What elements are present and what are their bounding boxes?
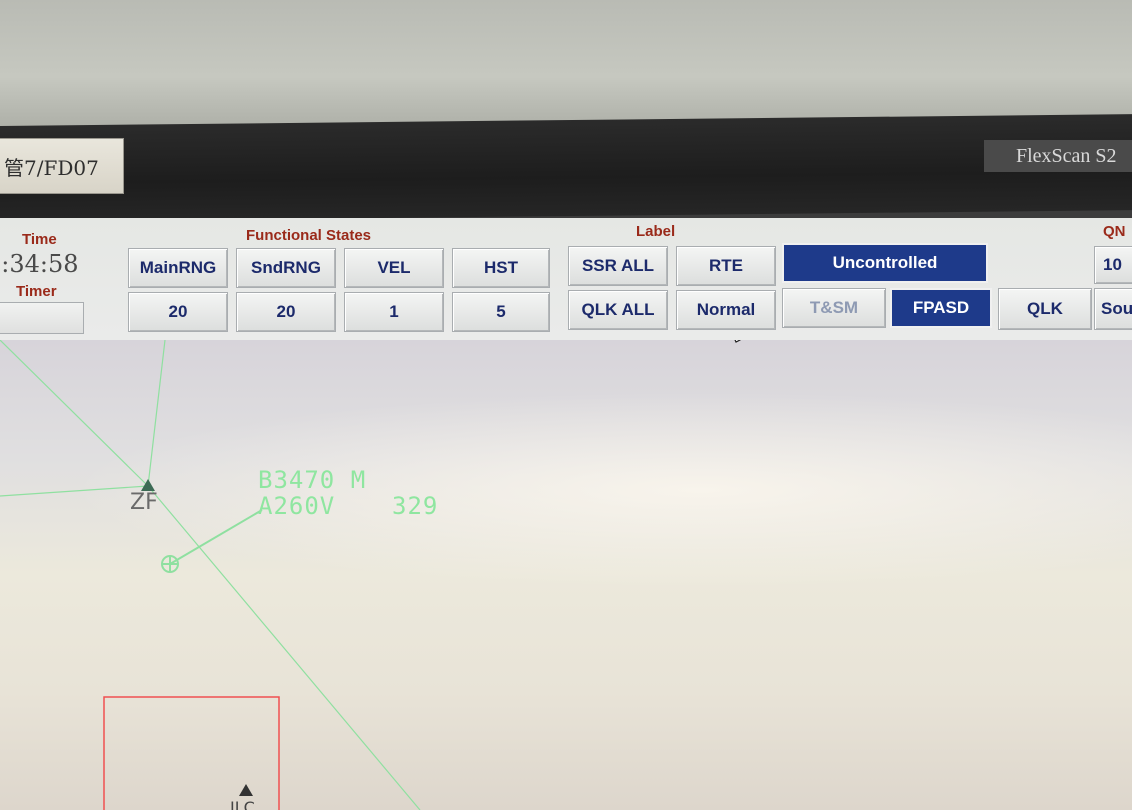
monitor-bezel bbox=[0, 114, 1132, 222]
restricted-area-box bbox=[103, 696, 280, 810]
time-label: Time bbox=[22, 231, 57, 248]
hst-value[interactable]: 5 bbox=[452, 292, 550, 332]
ssr-all-button[interactable]: SSR ALL bbox=[568, 246, 668, 286]
vel-button[interactable]: VEL bbox=[344, 248, 444, 288]
route-line-n bbox=[147, 340, 166, 487]
control-toolbar: Time 9:34:58 Timer Functional States Mai… bbox=[0, 218, 1132, 341]
route-line-nw bbox=[0, 340, 149, 487]
mainrng-value[interactable]: 20 bbox=[128, 292, 228, 332]
mainrng-button[interactable]: MainRNG bbox=[128, 248, 228, 288]
clock-value: 9:34:58 bbox=[0, 250, 79, 278]
source-button[interactable]: Sou bbox=[1094, 288, 1132, 330]
atc-screen: Time 9:34:58 Timer Functional States Mai… bbox=[0, 218, 1132, 810]
bottom-fix-label: ILC bbox=[230, 798, 255, 810]
label-group-title: Label bbox=[636, 223, 676, 240]
label-leader-line bbox=[169, 509, 263, 565]
fix-label: ZF bbox=[130, 490, 158, 515]
normal-button[interactable]: Normal bbox=[676, 290, 776, 330]
qnh-value[interactable]: 10 bbox=[1094, 246, 1132, 284]
hst-button[interactable]: HST bbox=[452, 248, 550, 288]
track-speed[interactable]: 329 bbox=[392, 492, 438, 520]
fpasd-button[interactable]: FPASD bbox=[890, 288, 992, 328]
sndrng-value[interactable]: 20 bbox=[236, 292, 336, 332]
radar-overlay bbox=[0, 340, 741, 810]
rte-button[interactable]: RTE bbox=[676, 246, 776, 286]
bottom-fix-triangle-icon bbox=[239, 784, 253, 796]
timer-label: Timer bbox=[16, 283, 57, 300]
radar-display[interactable]: ZF B3470 M A260V 329 ILC bbox=[0, 340, 1132, 810]
uncontrolled-button[interactable]: Uncontrolled bbox=[782, 243, 988, 283]
timer-field[interactable] bbox=[0, 302, 84, 334]
route-line-w bbox=[0, 485, 149, 497]
qlk-all-button[interactable]: QLK ALL bbox=[568, 290, 668, 330]
qnh-label: QN bbox=[1103, 223, 1126, 240]
route-line-se bbox=[147, 485, 421, 810]
sndrng-button[interactable]: SndRNG bbox=[236, 248, 336, 288]
vel-value[interactable]: 1 bbox=[344, 292, 444, 332]
monitor-brand: FlexScan S2 bbox=[984, 140, 1132, 172]
track-altitude[interactable]: A260V bbox=[258, 492, 335, 520]
tsm-button[interactable]: T&SM bbox=[782, 288, 886, 328]
track-callsign[interactable]: B3470 M bbox=[258, 466, 366, 494]
mouse-cursor-icon bbox=[734, 340, 741, 343]
qlk-button[interactable]: QLK bbox=[998, 288, 1092, 330]
monitor-sticker: 管7/FD07 bbox=[0, 138, 124, 194]
functional-states-label: Functional States bbox=[246, 227, 372, 244]
